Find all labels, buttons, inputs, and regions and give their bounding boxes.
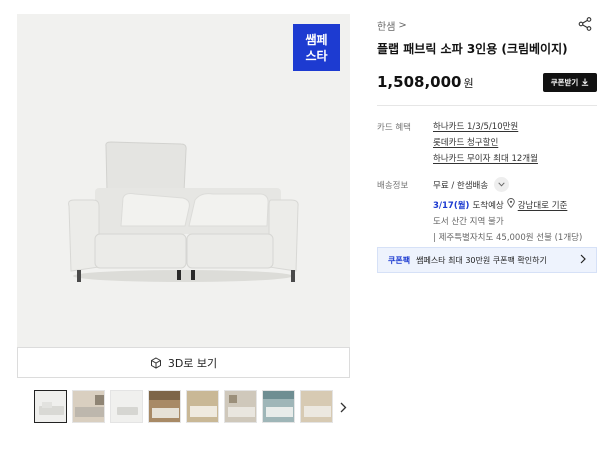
brand-name: 한샘 — [377, 22, 396, 33]
thumbnail-strip — [34, 390, 333, 423]
product-main-image[interactable]: 쌤페 스타 — [17, 14, 350, 347]
card-benefit-3[interactable]: 하나카드 무이자 최대 12개월 — [433, 151, 538, 167]
shipping-info: 무료 / 한샘배송 3/17(월) 도착예상 강남대로 기준 도서 산간 지역 … — [433, 177, 582, 243]
coupon-pack-tag: 쿠폰팩 — [388, 255, 411, 265]
card-benefit-label: 카드 혜택 — [377, 123, 411, 133]
shipping-main-text: 무료 / 한샘배송 — [433, 180, 489, 191]
thumbnail-1[interactable] — [34, 390, 67, 423]
cube-3d-icon — [150, 356, 162, 369]
view-3d-label: 3D로 보기 — [167, 356, 218, 370]
sofa-illustration — [68, 141, 299, 282]
card-benefit-1[interactable]: 하나카드 1/3/5/10만원 — [433, 119, 538, 135]
location-pin-icon — [506, 198, 515, 211]
brand-link[interactable]: 한샘 > — [377, 18, 407, 33]
shipping-label: 배송정보 — [377, 181, 409, 191]
eta-date: 3/17(월) — [433, 200, 470, 211]
eta-location-link[interactable]: 강남대로 기준 — [518, 199, 568, 211]
coupon-download-button[interactable]: 쿠폰받기 — [543, 73, 597, 92]
thumbnail-7[interactable] — [262, 390, 295, 423]
chevron-right-icon — [580, 254, 586, 266]
price-row: 1,508,000 원 — [377, 73, 474, 91]
download-icon — [581, 78, 589, 88]
price-unit: 원 — [463, 77, 474, 90]
eta-suffix: 도착예상 — [472, 200, 504, 211]
coupon-download-label: 쿠폰받기 — [550, 78, 579, 87]
card-benefit-list: 하나카드 1/3/5/10만원 롯데카드 청구할인 하나카드 무이자 최대 12… — [433, 119, 538, 167]
thumbnail-5[interactable] — [186, 390, 219, 423]
thumbnail-6[interactable] — [224, 390, 257, 423]
thumbnail-2[interactable] — [72, 390, 105, 423]
coupon-pack-banner[interactable]: 쿠폰팩 쌤페스타 최대 30만원 쿠폰팩 확인하기 — [377, 247, 597, 273]
product-title: 플랩 패브릭 소파 3인용 (크림베이지) — [377, 42, 568, 56]
thumbnail-next-button[interactable] — [337, 398, 349, 416]
price-value: 1,508,000 — [377, 73, 462, 91]
view-3d-button[interactable]: 3D로 보기 — [17, 347, 350, 378]
section-divider — [377, 105, 597, 106]
chevron-down-icon — [498, 180, 505, 190]
thumbnail-3[interactable] — [110, 390, 143, 423]
coupon-pack-text: 쌤페스타 최대 30만원 쿠폰팩 확인하기 — [416, 255, 547, 265]
shipping-note-1: 도서 산간 지역 불가 — [433, 217, 504, 227]
thumbnail-8[interactable] — [300, 390, 333, 423]
brand-chevron-icon: > — [398, 20, 407, 31]
shipping-expand-button[interactable] — [494, 177, 510, 192]
shipping-note-2: | 제주특별자치도 45,000원 선불 (1개당) — [433, 233, 583, 243]
share-icon — [578, 16, 592, 35]
card-benefit-2[interactable]: 롯데카드 청구할인 — [433, 135, 538, 151]
share-button[interactable] — [578, 16, 592, 35]
event-badge: 쌤페 스타 — [293, 24, 340, 71]
chevron-right-icon — [340, 398, 347, 417]
thumbnail-4[interactable] — [148, 390, 181, 423]
